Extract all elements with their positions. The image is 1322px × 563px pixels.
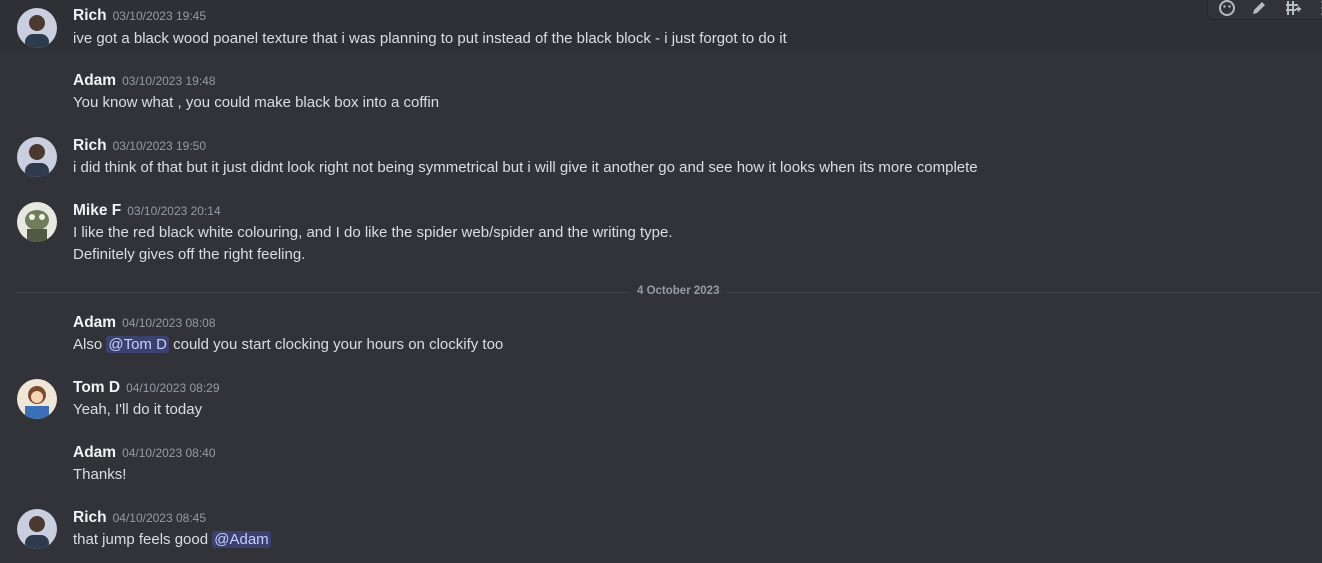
- username[interactable]: Adam: [73, 444, 116, 461]
- username[interactable]: Tom D: [73, 379, 120, 396]
- timestamp[interactable]: 03/10/2023 20:14: [127, 204, 220, 218]
- message-content: ive got a black wood poanel texture that…: [73, 30, 787, 47]
- message-header: Adam 04/10/2023 08:40: [73, 444, 216, 462]
- message-content: You know what , you could make black box…: [73, 94, 440, 111]
- username[interactable]: Mike F: [73, 202, 121, 219]
- username[interactable]: Rich: [73, 7, 107, 24]
- user-mention[interactable]: @Adam: [212, 531, 271, 548]
- message-header: Rich 04/10/2023 08:45: [73, 509, 206, 527]
- message-item[interactable]: Adam 04/10/2023 08:40 Thanks!: [0, 444, 1322, 488]
- message-item[interactable]: Adam 03/10/2023 19:48 You know what , you…: [0, 72, 1322, 112]
- username[interactable]: Adam: [73, 72, 116, 89]
- message-header: Adam 04/10/2023 08:08: [73, 314, 216, 332]
- message-item[interactable]: Rich 03/10/2023 19:45 ive got a black woo…: [0, 0, 1322, 50]
- timestamp[interactable]: 04/10/2023 08:29: [126, 381, 219, 395]
- message-header: Tom D 04/10/2023 08:29: [73, 379, 220, 397]
- username[interactable]: Adam: [73, 314, 116, 331]
- message-content: Definitely gives off the right feeling.: [73, 246, 306, 263]
- message-content: Also @Tom D could you start clocking you…: [73, 336, 503, 353]
- username[interactable]: Rich: [73, 137, 107, 154]
- message-item[interactable]: Tom D 04/10/2023 08:29 Yeah, I'll do it t…: [0, 379, 1322, 423]
- avatar-mike-f[interactable]: [17, 202, 57, 242]
- timestamp[interactable]: 03/10/2023 19:50: [113, 139, 206, 153]
- message-content: Yeah, I'll do it today: [73, 401, 203, 418]
- timestamp[interactable]: 03/10/2023 19:45: [113, 9, 206, 23]
- date-divider-label: 4 October 2023: [630, 285, 727, 297]
- message-content: I like the red black white colouring, an…: [73, 224, 673, 241]
- edit-icon[interactable]: [1250, 0, 1268, 17]
- message-content: that jump feels good @Adam: [73, 531, 271, 548]
- timestamp[interactable]: 04/10/2023 08:40: [122, 446, 215, 460]
- message-text: could you start clocking your hours on c…: [168, 336, 504, 353]
- timestamp[interactable]: 04/10/2023 08:08: [122, 316, 215, 330]
- message-toolbar: [1207, 0, 1322, 20]
- message-item[interactable]: Mike F 03/10/2023 20:14 I like the red bl…: [0, 202, 1322, 268]
- timestamp[interactable]: 03/10/2023 19:48: [122, 74, 215, 88]
- add-reaction-icon[interactable]: [1218, 0, 1236, 17]
- message-item[interactable]: Rich 03/10/2023 19:50 i did think of that…: [0, 137, 1322, 181]
- message-text: Also: [73, 336, 107, 353]
- user-mention[interactable]: @Tom D: [106, 336, 169, 353]
- avatar-tom-d[interactable]: [17, 379, 57, 419]
- message-header: Rich 03/10/2023 19:45: [73, 7, 206, 25]
- message-content: i did think of that but it just didnt lo…: [73, 159, 978, 176]
- more-icon[interactable]: [1314, 0, 1322, 17]
- message-header: Adam 03/10/2023 19:48: [73, 72, 216, 90]
- avatar-rich[interactable]: [17, 137, 57, 177]
- thread-icon[interactable]: [1284, 0, 1302, 17]
- message-item[interactable]: Adam 04/10/2023 08:08 Also @Tom D could y…: [0, 314, 1322, 358]
- message-header: Rich 03/10/2023 19:50: [73, 137, 206, 155]
- message-header: Mike F 03/10/2023 20:14: [73, 202, 221, 220]
- avatar-rich[interactable]: [17, 509, 57, 549]
- username[interactable]: Rich: [73, 509, 107, 526]
- message-text: that jump feels good: [73, 531, 213, 548]
- message-content: Thanks!: [73, 466, 127, 483]
- timestamp[interactable]: 04/10/2023 08:45: [113, 511, 206, 525]
- avatar-rich[interactable]: [17, 8, 57, 48]
- message-item[interactable]: Rich 04/10/2023 08:45 that jump feels goo…: [0, 509, 1322, 553]
